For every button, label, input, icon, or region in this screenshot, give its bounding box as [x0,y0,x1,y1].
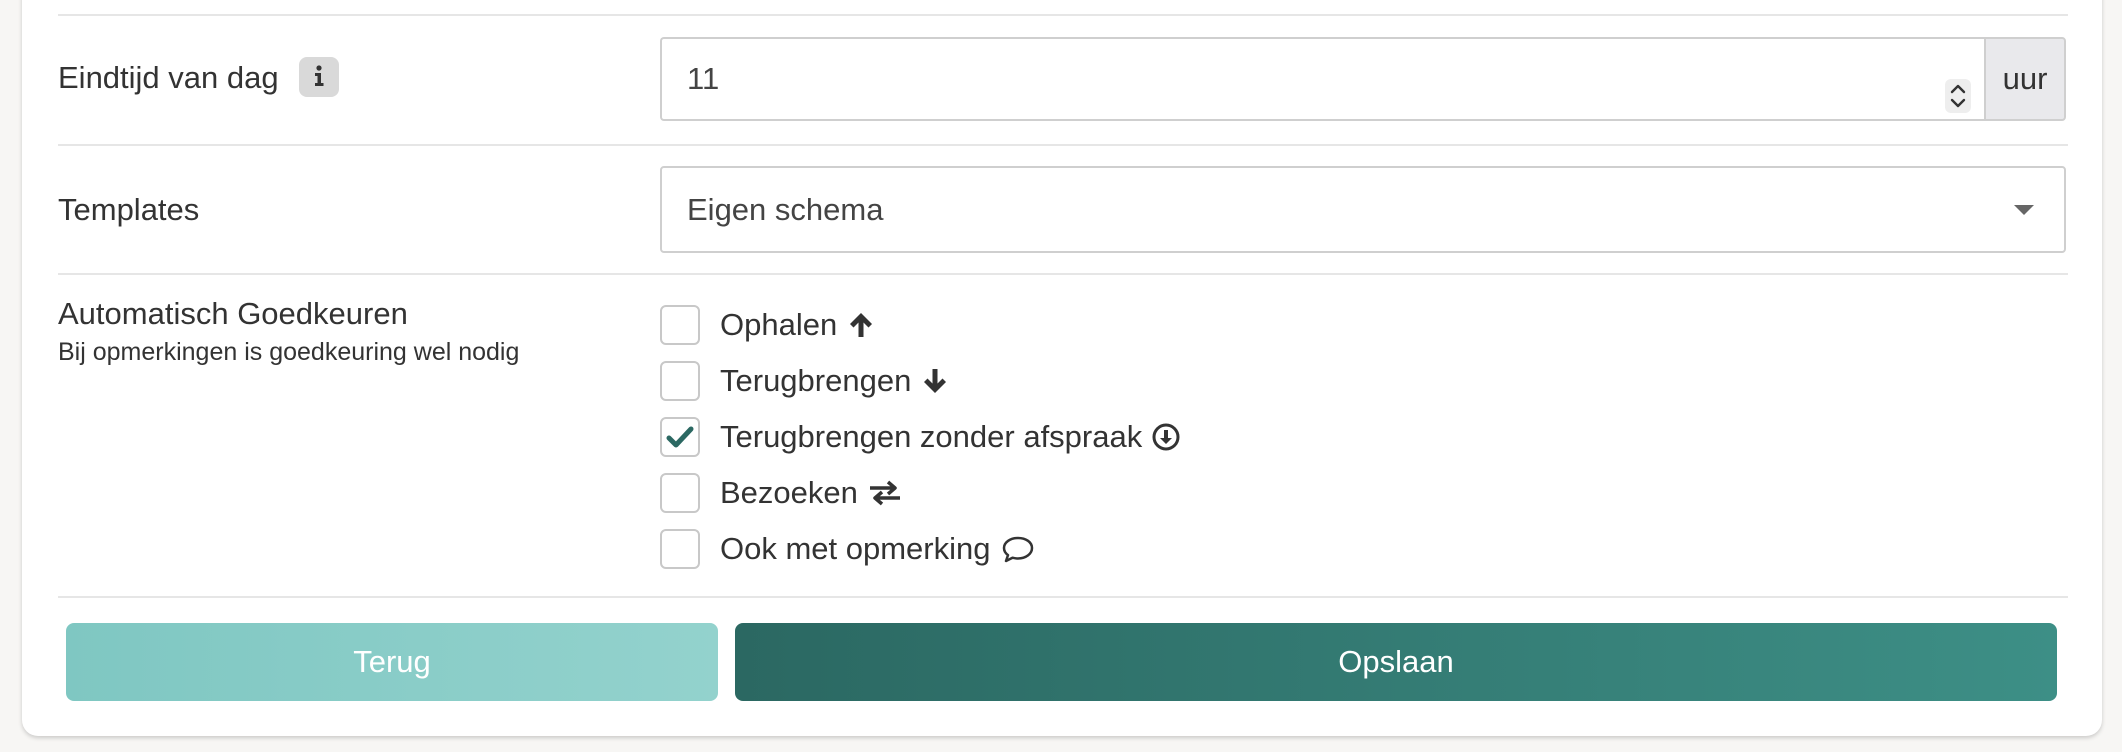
exchange-icon [868,480,902,506]
unit-addon: uur [1984,37,2066,121]
checkbox[interactable] [660,529,700,569]
divider [58,144,2068,146]
arrow-down-icon [921,367,949,395]
divider [58,596,2068,598]
divider [58,273,2068,275]
templates-selected-value: Eigen schema [687,192,884,227]
checkbox[interactable] [660,473,700,513]
arrow-up-icon [847,311,875,339]
end-time-value: 11 [687,61,720,96]
checkbox-row-terugbrengen[interactable]: Terugbrengen [660,359,949,403]
checkbox-checked[interactable] [660,417,700,457]
checkbox-label: Bezoeken [720,475,858,510]
checkbox[interactable] [660,305,700,345]
circle-arrow-down-icon [1152,423,1180,451]
checkbox-label: Terugbrengen zonder afspraak [720,419,1143,454]
divider [58,14,2068,16]
checkbox[interactable] [660,361,700,401]
save-button[interactable]: Opslaan [735,623,2057,701]
checkbox-row-ook-met-opmerking[interactable]: Ook met opmerking [660,527,1035,571]
checkbox-row-ophalen[interactable]: Ophalen [660,303,875,347]
checkbox-label: Terugbrengen [720,363,912,398]
checkbox-label: Ook met opmerking [720,531,991,566]
auto-approve-label: Automatisch Goedkeuren [58,296,408,331]
auto-approve-sublabel: Bij opmerkingen is goedkeuring wel nodig [58,338,520,366]
chevron-down-icon [2014,205,2034,215]
checkbox-label: Ophalen [720,307,838,342]
end-time-label-text: Eindtijd van dag [58,60,279,96]
checkbox-row-bezoeken[interactable]: Bezoeken [660,471,902,515]
comment-icon [1001,535,1035,563]
back-button[interactable]: Terug [66,623,718,701]
checkbox-row-terugbrengen-zonder-afspraak[interactable]: Terugbrengen zonder afspraak [660,415,1180,459]
templates-label: Templates [58,192,200,227]
end-time-label: Eindtijd van dag [58,57,340,100]
templates-select[interactable]: Eigen schema [660,166,2066,253]
end-time-input[interactable]: 11 [660,37,1985,121]
info-icon[interactable] [299,57,340,97]
number-spinner-icon[interactable] [1945,63,1971,143]
